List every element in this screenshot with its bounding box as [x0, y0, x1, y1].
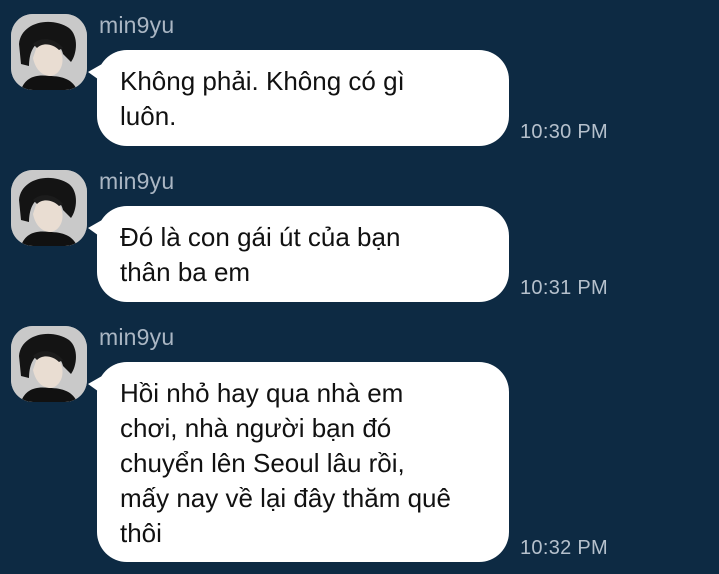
sender-avatar[interactable] — [11, 14, 87, 90]
sender-name: min9yu — [99, 12, 175, 38]
message-text: Đó là con gái út của bạn thân ba em — [120, 222, 401, 287]
sender-name: min9yu — [99, 168, 175, 194]
sender-avatar[interactable] — [11, 326, 87, 402]
sender-avatar[interactable] — [11, 170, 87, 246]
message-timestamp: 10:30 PM — [520, 121, 609, 143]
message-3: min9yu Hồi nhỏ hay qua nhà em chơi, nhà … — [0, 324, 719, 566]
message-bubble[interactable]: Hồi nhỏ hay qua nhà em chơi, nhà người b… — [88, 362, 509, 562]
sender-name: min9yu — [99, 324, 175, 350]
message-bubble[interactable]: Không phải. Không có gì luôn. — [88, 50, 509, 146]
bubble-tail — [88, 220, 102, 238]
message-text: Hồi nhỏ hay qua nhà em chơi, nhà người b… — [120, 378, 451, 548]
message-bubble[interactable]: Đó là con gái út của bạn thân ba em — [88, 206, 509, 302]
message-2: min9yu Đó là con gái út của bạn thân ba … — [0, 168, 719, 305]
message-timestamp: 10:31 PM — [520, 277, 609, 299]
message-timestamp: 10:32 PM — [520, 537, 609, 559]
message-1: min9yu Không phải. Không có gì luôn. 10:… — [0, 12, 719, 149]
message-text: Không phải. Không có gì luôn. — [120, 66, 405, 131]
bubble-tail — [88, 376, 102, 394]
bubble-tail — [88, 64, 102, 82]
